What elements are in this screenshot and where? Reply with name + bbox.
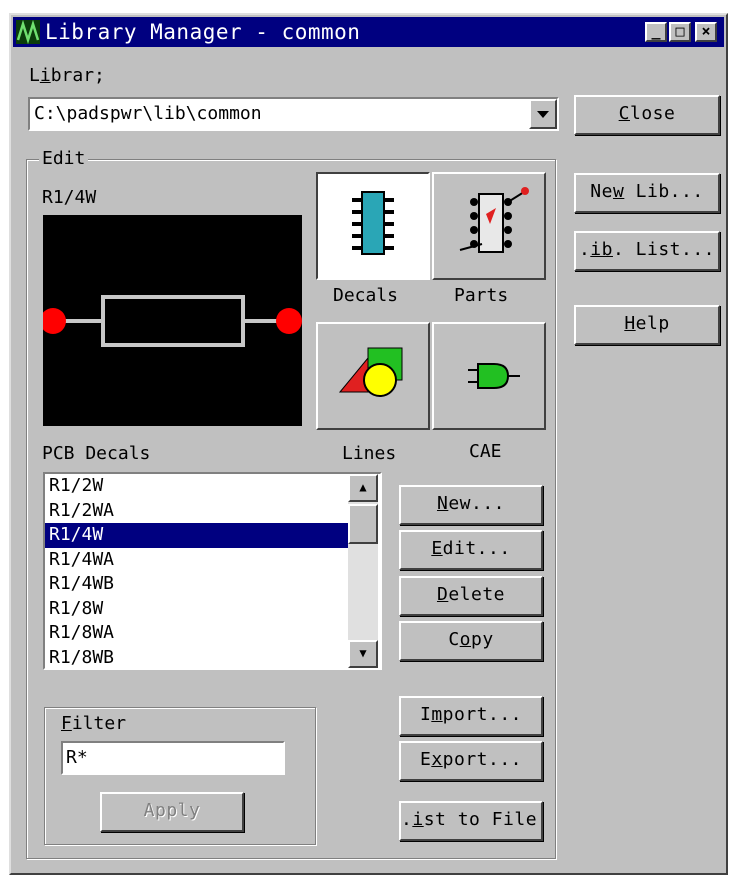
- copy-decal-button[interactable]: Copy: [399, 621, 543, 661]
- pcb-decals-label: PCB Decals: [42, 443, 151, 464]
- parts-tool-label: Parts: [454, 285, 509, 306]
- ic-chip-icon: [352, 191, 394, 255]
- apply-button[interactable]: Apply: [100, 792, 244, 832]
- cae-tool-label: CAE: [469, 441, 502, 462]
- library-label: Librar;: [29, 65, 105, 86]
- close-window-icon[interactable]: ×: [695, 22, 717, 42]
- export-button[interactable]: Export...: [399, 741, 543, 781]
- lines-tool-label: Lines: [342, 443, 397, 464]
- app-icon: [16, 19, 40, 45]
- close-button[interactable]: Close: [574, 95, 720, 135]
- import-button[interactable]: Import...: [399, 696, 543, 736]
- decals-listbox[interactable]: R1/2W R1/2WA R1/4W R1/4WA R1/4WB R1/8W R1/8WA R…: [43, 472, 382, 670]
- part-icon: [459, 187, 529, 253]
- preview-name: R1/4W: [42, 187, 97, 208]
- library-combobox[interactable]: C:\padspwr\lib\common: [28, 97, 559, 131]
- list-item[interactable]: R1/2WA: [45, 499, 348, 524]
- cae-tool-button[interactable]: [432, 322, 546, 430]
- new-lib-button[interactable]: New Lib...: [574, 173, 720, 213]
- parts-tool-button[interactable]: [432, 172, 546, 280]
- filter-value: R*: [66, 747, 88, 768]
- list-item[interactable]: R1/4W: [45, 523, 348, 548]
- decals-tool-button[interactable]: [316, 172, 430, 280]
- library-path: C:\padspwr\lib\common: [34, 103, 262, 124]
- filter-label: Filter: [61, 713, 127, 734]
- filter-input[interactable]: R*: [61, 741, 285, 775]
- list-item[interactable]: R1/8WA: [45, 621, 348, 646]
- new-decal-button[interactable]: New...: [399, 485, 543, 525]
- window-title: Library Manager - common: [45, 20, 361, 44]
- list-item[interactable]: R1/4WA: [45, 548, 348, 573]
- scroll-down-icon[interactable]: ▼: [348, 640, 378, 668]
- scroll-thumb[interactable]: [348, 504, 378, 544]
- edit-group-label: Edit: [39, 148, 89, 169]
- maximize-icon[interactable]: □: [669, 22, 691, 42]
- list-item[interactable]: R1/2W: [45, 474, 348, 499]
- edit-decal-button[interactable]: Edit...: [399, 530, 543, 570]
- list-item[interactable]: R1/8W: [45, 597, 348, 622]
- logic-gate-icon: [468, 363, 520, 389]
- dropdown-arrow-icon[interactable]: [529, 99, 557, 129]
- decal-preview: [40, 215, 302, 426]
- list-item[interactable]: R1/4WB: [45, 572, 348, 597]
- minimize-icon[interactable]: _: [645, 22, 667, 42]
- title-bar[interactable]: Library Manager - common _ □ ×: [13, 17, 724, 47]
- scroll-up-icon[interactable]: ▲: [348, 474, 378, 502]
- shapes-icon: [338, 347, 403, 397]
- lines-tool-button[interactable]: [316, 322, 430, 430]
- list-item[interactable]: R1/8WB: [45, 646, 348, 669]
- lib-list-button[interactable]: .ib. List...: [574, 231, 720, 271]
- help-button[interactable]: Help: [574, 305, 720, 345]
- delete-decal-button[interactable]: Delete: [399, 576, 543, 616]
- vertical-scrollbar[interactable]: ▲ ▼: [348, 474, 378, 668]
- decals-tool-label: Decals: [333, 285, 399, 306]
- list-to-file-button[interactable]: .ist to File: [399, 801, 543, 841]
- library-manager-window: Library Manager - common _ □ × Librar; C…: [9, 13, 728, 875]
